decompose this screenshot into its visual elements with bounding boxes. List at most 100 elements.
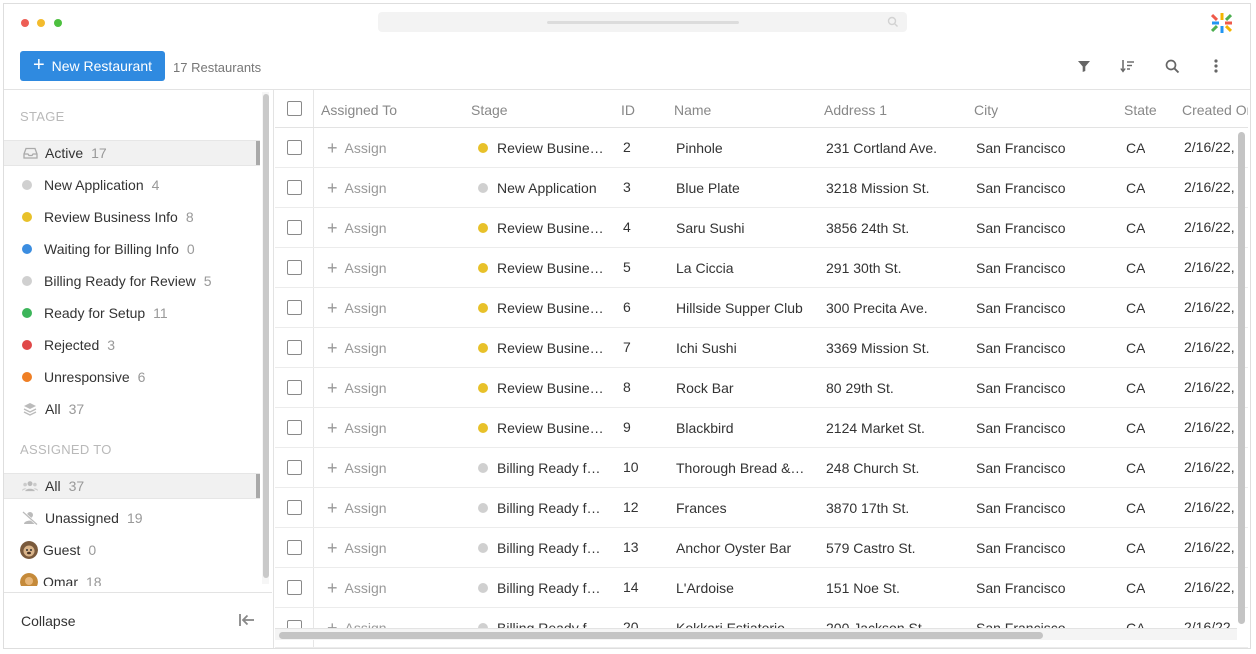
maximize-window-button[interactable] (54, 19, 62, 27)
assign-label: Assign (344, 220, 387, 236)
table-row[interactable]: + Assign Billing Ready for Review 13 Anchor … (275, 528, 1248, 568)
row-checkbox[interactable] (287, 180, 302, 195)
table-header: Assigned To Stage ID Name Address 1 City… (275, 90, 1248, 128)
stage-item-rejected[interactable]: Rejected 3 (4, 332, 260, 358)
table-row[interactable]: + Assign Review Business Info 5 La Ciccia 291… (275, 248, 1248, 288)
row-checkbox[interactable] (287, 260, 302, 275)
table-row[interactable]: + Assign Review Business Info 7 Ichi Sushi 33… (275, 328, 1248, 368)
column-header-name[interactable]: Name (674, 102, 711, 118)
assign-button[interactable]: + Assign (327, 220, 387, 236)
table-row[interactable]: + Assign Review Business Info 4 Saru Sushi 38… (275, 208, 1248, 248)
address-bar[interactable] (378, 12, 907, 32)
assign-label: Assign (344, 540, 387, 556)
sidebar-scrollbar-thumb[interactable] (263, 94, 269, 578)
minimize-window-button[interactable] (37, 19, 45, 27)
assign-button[interactable]: + Assign (327, 420, 387, 436)
stage-item-active[interactable]: Active 17 (4, 140, 260, 166)
assign-button[interactable]: + Assign (327, 260, 387, 276)
created-on-cell: 2/16/22, (1184, 459, 1235, 475)
collapse-button[interactable]: Collapse (21, 613, 75, 629)
city-cell: San Francisco (976, 500, 1066, 516)
assign-button[interactable]: + Assign (327, 580, 387, 596)
row-checkbox[interactable] (287, 220, 302, 235)
column-header-state[interactable]: State (1124, 102, 1157, 118)
select-all-checkbox[interactable] (287, 101, 302, 116)
stage-cell: Review Business Info (478, 380, 604, 396)
assign-label: Assign (344, 460, 387, 476)
column-header-address[interactable]: Address 1 (824, 102, 887, 118)
stage-item-new-application[interactable]: New Application 4 (4, 172, 260, 198)
id-cell: 2 (623, 139, 631, 155)
assign-button[interactable]: + Assign (327, 180, 387, 196)
stage-item-unresponsive[interactable]: Unresponsive 6 (4, 364, 260, 390)
stage-color-dot (478, 143, 488, 153)
stage-item-all[interactable]: All 37 (4, 396, 260, 422)
assign-button[interactable]: + Assign (327, 460, 387, 476)
table-row[interactable]: + Assign Billing Ready for Review 14 L'Ardoi… (275, 568, 1248, 608)
layers-icon (22, 402, 38, 416)
stage-cell: Billing Ready for Review (478, 500, 604, 516)
stage-item-label: Active (45, 145, 84, 161)
row-checkbox[interactable] (287, 420, 302, 435)
table-row[interactable]: + Assign Billing Ready for Review 10 Thoroug… (275, 448, 1248, 488)
assign-button[interactable]: + Assign (327, 300, 387, 316)
column-header-created-on[interactable]: Created On (1182, 102, 1248, 118)
table-row[interactable]: + Assign Review Business Info 8 Rock Bar 80 2… (275, 368, 1248, 408)
column-header-stage[interactable]: Stage (471, 102, 508, 118)
plus-icon: + (327, 340, 338, 356)
row-checkbox[interactable] (287, 340, 302, 355)
city-cell: San Francisco (976, 420, 1066, 436)
row-checkbox[interactable] (287, 300, 302, 315)
stage-color-dot (22, 212, 32, 222)
row-checkbox[interactable] (287, 460, 302, 475)
sort-icon[interactable] (1119, 57, 1137, 75)
table-row[interactable]: + Assign Review Business Info 6 Hillside Sup… (275, 288, 1248, 328)
assigned-item-unassigned[interactable]: Unassigned 19 (4, 505, 260, 531)
close-window-button[interactable] (21, 19, 29, 27)
created-on-cell: 2/16/22, (1184, 299, 1235, 315)
column-header-id[interactable]: ID (621, 102, 635, 118)
assign-button[interactable]: + Assign (327, 340, 387, 356)
column-header-assigned-to[interactable]: Assigned To (321, 102, 397, 118)
more-vertical-icon[interactable] (1207, 57, 1225, 75)
stage-color-dot (478, 223, 488, 233)
table-row[interactable]: + Assign Review Business Info 2 Pinhole 231 C… (275, 128, 1248, 168)
row-checkbox[interactable] (287, 540, 302, 555)
row-checkbox[interactable] (287, 380, 302, 395)
row-checkbox[interactable] (287, 140, 302, 155)
created-on-cell: 2/16/22, (1184, 179, 1235, 195)
stage-item-ready-for-setup[interactable]: Ready for Setup 11 (4, 300, 260, 326)
state-cell: CA (1126, 300, 1146, 316)
assigned-item-guest[interactable]: Guest 0 (4, 537, 260, 563)
table-vertical-scrollbar-thumb[interactable] (1238, 132, 1245, 624)
table-row[interactable]: + Assign Billing Ready for Review 12 Frances… (275, 488, 1248, 528)
name-cell: Saru Sushi (676, 220, 745, 236)
assign-button[interactable]: + Assign (327, 380, 387, 396)
state-cell: CA (1126, 140, 1146, 156)
table-horizontal-scrollbar-thumb[interactable] (279, 632, 1043, 639)
assign-button[interactable]: + Assign (327, 500, 387, 516)
assign-button[interactable]: + Assign (327, 540, 387, 556)
search-icon[interactable] (1163, 57, 1181, 75)
assign-button[interactable]: + Assign (327, 140, 387, 156)
assigned-item-omar[interactable]: Omar 18 (4, 569, 260, 586)
new-restaurant-button[interactable]: + New Restaurant (20, 51, 165, 81)
collapse-sidebar-icon[interactable] (238, 612, 256, 628)
column-header-city[interactable]: City (974, 102, 998, 118)
name-cell: Blue Plate (676, 180, 740, 196)
row-checkbox[interactable] (287, 580, 302, 595)
id-cell: 13 (623, 539, 639, 555)
created-on-cell: 2/16/22, (1184, 139, 1235, 155)
stage-item-billing-ready-for-review[interactable]: Billing Ready for Review 5 (4, 268, 260, 294)
filter-icon[interactable] (1075, 57, 1093, 75)
stage-cell: Review Business Info (478, 340, 604, 356)
stage-item-waiting-for-billing-info[interactable]: Waiting for Billing Info 0 (4, 236, 260, 262)
address-cell: 3369 Mission St. (826, 340, 930, 356)
plus-icon: + (32, 54, 45, 76)
state-cell: CA (1126, 580, 1146, 596)
table-row[interactable]: + Assign New Application 3 Blue Plate 3218 Mi… (275, 168, 1248, 208)
assigned-item-all[interactable]: All 37 (4, 473, 260, 499)
stage-item-review-business-info[interactable]: Review Business Info 8 (4, 204, 260, 230)
row-checkbox[interactable] (287, 500, 302, 515)
table-row[interactable]: + Assign Review Business Info 9 Blackbird 212… (275, 408, 1248, 448)
